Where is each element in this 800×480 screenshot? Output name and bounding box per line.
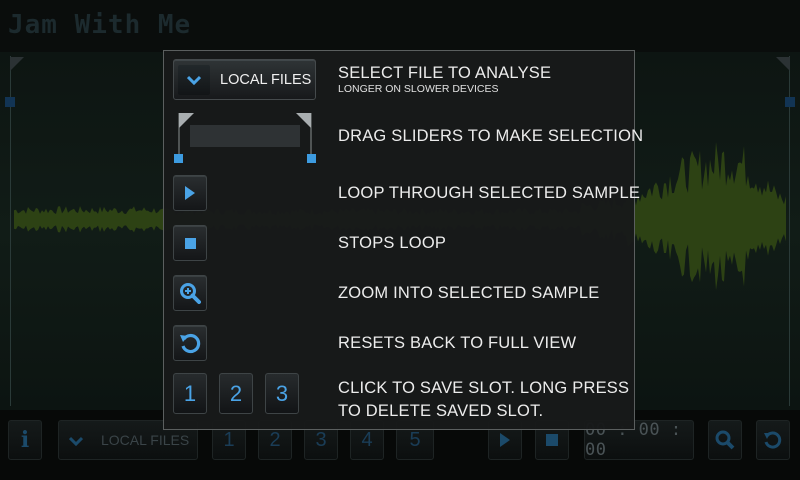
slot-label: 2 (269, 428, 281, 451)
help-slot-button-1[interactable]: 1 (173, 373, 207, 414)
selection-left-line (10, 56, 11, 406)
chevron-down-icon (68, 429, 84, 452)
zoom-in-icon (180, 283, 201, 304)
help-text-reset: RESETS BACK TO FULL VIEW (338, 334, 577, 352)
selection-sliders-icon (174, 111, 316, 165)
help-text-save-slot: CLICK TO SAVE SLOT. LONG PRESS (338, 379, 630, 397)
stop-button[interactable] (173, 225, 207, 261)
app-title-bar: Jam With Me (0, 0, 800, 52)
selection-right-line (789, 56, 790, 406)
stop-icon (546, 434, 558, 446)
local-files-label: LOCAL FILES (220, 71, 312, 88)
zoom-button[interactable] (708, 420, 742, 460)
help-slot-button-3[interactable]: 3 (265, 373, 299, 414)
play-button[interactable] (173, 175, 207, 211)
help-slot-button-2[interactable]: 2 (219, 373, 253, 414)
help-text-stop: STOPS LOOP (338, 234, 447, 252)
selection-left-handle[interactable] (5, 97, 15, 107)
slot-label: 3 (275, 380, 289, 406)
chevron-down-icon (178, 64, 210, 95)
reset-button[interactable] (173, 325, 207, 361)
help-text-drag-sliders: DRAG SLIDERS TO MAKE SELECTION (338, 127, 644, 145)
help-subtext-select-file: LONGER ON SLOWER DEVICES (338, 83, 499, 95)
slot-label: 1 (183, 380, 197, 406)
reset-icon (180, 333, 201, 354)
selection-right-handle[interactable] (785, 97, 795, 107)
slot-label: 1 (223, 428, 235, 451)
selection-right-marker (776, 57, 790, 71)
help-overlay[interactable]: LOCAL FILES SELECT FILE TO ANALYSE LONGE… (163, 50, 643, 430)
selection-left-marker (10, 57, 24, 71)
help-text-loop: LOOP THROUGH SELECTED SAMPLE (338, 184, 641, 202)
help-text-zoom: ZOOM INTO SELECTED SAMPLE (338, 284, 600, 302)
local-files-button[interactable]: LOCAL FILES (173, 59, 316, 100)
slot-label: 4 (361, 428, 373, 451)
slot-label: 5 (409, 428, 421, 451)
slot-label: 2 (229, 380, 243, 406)
help-text-delete-slot: TO DELETE SAVED SLOT. (338, 402, 544, 420)
zoom-button[interactable] (173, 275, 207, 311)
app-title: Jam With Me (8, 10, 192, 40)
info-icon: i (20, 427, 30, 453)
zoom-in-icon (715, 430, 735, 450)
reset-icon (764, 431, 782, 449)
play-icon (500, 433, 510, 447)
reset-button[interactable] (756, 420, 790, 460)
play-icon (185, 186, 195, 200)
help-text-select-file: SELECT FILE TO ANALYSE (338, 64, 552, 82)
source-label: LOCAL FILES (101, 432, 190, 448)
slot-label: 3 (315, 428, 327, 451)
info-button[interactable]: i (8, 420, 42, 460)
stop-icon (184, 237, 196, 249)
